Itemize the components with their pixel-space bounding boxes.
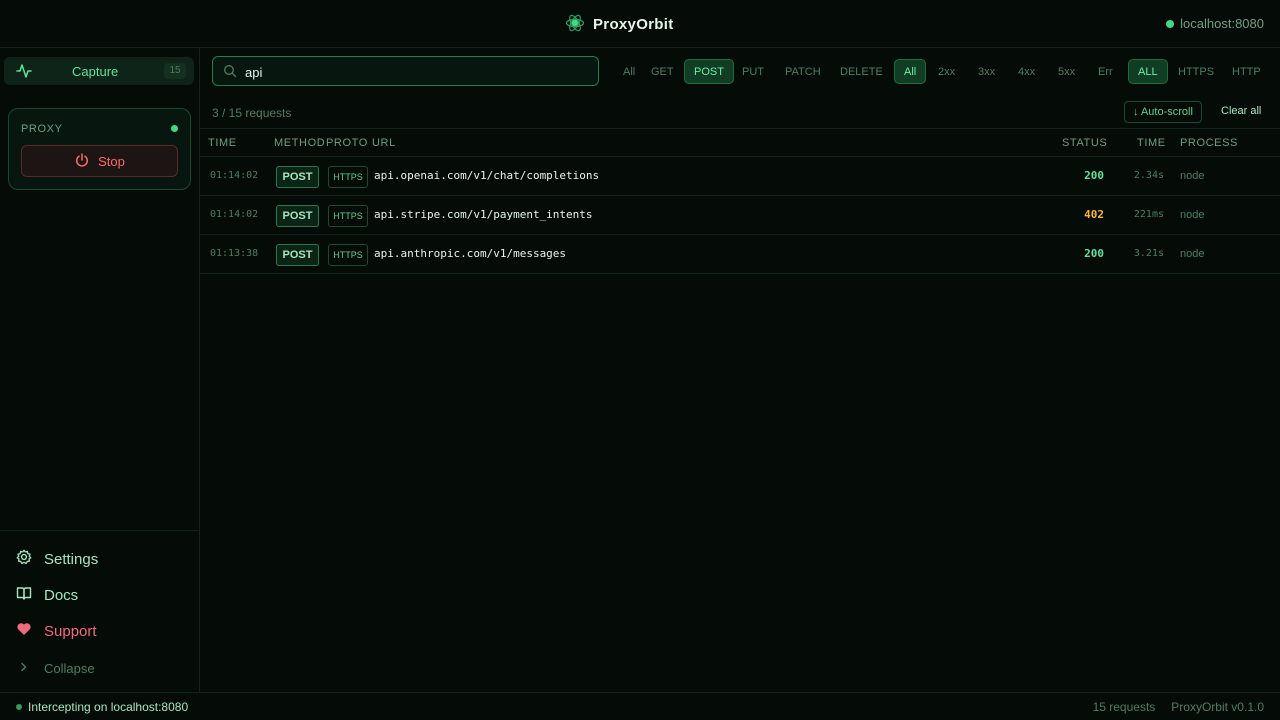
statusbar-right: 15 requests ProxyOrbit v0.1.0 <box>1093 700 1264 714</box>
request-url: api.openai.com/v1/chat/completions <box>374 169 600 182</box>
heart-icon <box>16 621 32 641</box>
collapse-label: Collapse <box>44 661 95 676</box>
support-label: Support <box>44 622 97 640</box>
request-duration: 221ms <box>1133 209 1164 220</box>
protocol-badge: HTTPS <box>328 244 368 266</box>
status-filter-5xx[interactable]: 5xx <box>1048 59 1085 84</box>
method-filter-patch[interactable]: PATCH <box>775 59 831 84</box>
sidebar-item-support[interactable]: Support <box>16 621 97 641</box>
sidebar-item-capture[interactable]: Capture 15 <box>4 57 194 85</box>
proxy-card-title: PROXY <box>21 123 63 135</box>
process-name: node <box>1180 248 1205 260</box>
sidebar-footer: Settings Docs Support Collapse <box>0 530 199 676</box>
chevron-right-icon <box>16 659 32 678</box>
host-indicator: localhost:8080 <box>1166 16 1264 31</box>
row-time: 01:14:02 <box>210 170 259 181</box>
header-time: TIME <box>208 137 237 149</box>
clear-all-button[interactable]: Clear all <box>1221 105 1261 117</box>
collapse-sidebar-button[interactable]: Collapse <box>16 659 95 678</box>
gear-icon <box>16 549 32 569</box>
method-badge: POST <box>276 205 319 227</box>
request-duration: 2.34s <box>1133 170 1164 181</box>
status-code: 402 <box>1084 208 1104 221</box>
header-process: PROCESS <box>1180 137 1238 149</box>
autoscroll-toggle[interactable]: ↓ Auto-scroll <box>1124 101 1202 123</box>
status-filter-3xx[interactable]: 3xx <box>968 59 1005 84</box>
status-filter-4xx[interactable]: 4xx <box>1008 59 1045 84</box>
request-url: api.anthropic.com/v1/messages <box>374 247 567 260</box>
status-filter-2xx[interactable]: 2xx <box>928 59 965 84</box>
method-badge: POST <box>276 166 319 188</box>
stop-proxy-button[interactable]: Stop <box>21 145 178 177</box>
proxy-status-dot <box>171 125 178 132</box>
sidebar: Capture 15 PROXY Stop Settings Docs Supp… <box>0 48 200 692</box>
activity-icon <box>16 63 32 82</box>
capture-count-badge: 15 <box>164 63 186 79</box>
header-status: STATUS <box>1062 137 1108 149</box>
sidebar-item-settings[interactable]: Settings <box>16 549 98 569</box>
status-bar: Intercepting on localhost:8080 15 reques… <box>0 692 1280 720</box>
intercept-status-dot <box>16 704 22 710</box>
table-row[interactable]: 01:13:38 POST HTTPS api.anthropic.com/v1… <box>200 235 1280 274</box>
proxy-card: PROXY Stop <box>8 108 191 190</box>
search-box <box>212 56 599 86</box>
stop-label: Stop <box>98 153 125 169</box>
search-input[interactable] <box>245 63 585 81</box>
process-name: node <box>1180 170 1205 182</box>
settings-label: Settings <box>44 550 99 568</box>
orbit-logo-icon <box>565 13 585 36</box>
sidebar-item-label: Capture <box>72 63 119 79</box>
method-badge: POST <box>276 244 319 266</box>
search-icon <box>223 64 237 81</box>
protocol-filter-all[interactable]: ALL <box>1128 59 1168 84</box>
status-filter-err[interactable]: Err <box>1088 59 1123 84</box>
request-count: 3 / 15 requests <box>212 106 292 120</box>
status-code: 200 <box>1084 247 1104 260</box>
row-time: 01:13:38 <box>210 248 259 259</box>
docs-label: Docs <box>44 586 79 604</box>
process-name: node <box>1180 209 1205 221</box>
title-bar: ProxyOrbit localhost:8080 <box>0 0 1280 48</box>
table-header: TIME METHOD PROTO URL STATUS TIME PROCES… <box>200 129 1280 157</box>
app-version: ProxyOrbit v0.1.0 <box>1171 700 1264 714</box>
connection-status-dot <box>1166 19 1175 28</box>
sidebar-item-docs[interactable]: Docs <box>16 585 78 605</box>
power-icon <box>74 152 90 171</box>
method-filter-post[interactable]: POST <box>684 59 734 84</box>
request-duration: 3.21s <box>1133 248 1164 259</box>
status-code: 200 <box>1084 169 1104 182</box>
protocol-badge: HTTPS <box>328 166 368 188</box>
method-filter-get[interactable]: GET <box>641 59 684 84</box>
main-content: All GET POST PUT PATCH DELETE All 2xx 3x… <box>200 48 1280 692</box>
table-row[interactable]: 01:14:02 POST HTTPS api.openai.com/v1/ch… <box>200 157 1280 196</box>
row-time: 01:14:02 <box>210 209 259 220</box>
book-icon <box>16 585 32 605</box>
intercept-status-label: Intercepting on localhost:8080 <box>28 700 189 714</box>
table-row[interactable]: 01:14:02 POST HTTPS api.stripe.com/v1/pa… <box>200 196 1280 235</box>
protocol-filter-http[interactable]: HTTP <box>1222 59 1271 84</box>
status-filter-all[interactable]: All <box>894 59 927 84</box>
intercept-status: Intercepting on localhost:8080 <box>16 700 188 714</box>
protocol-filter-https[interactable]: HTTPS <box>1168 59 1224 84</box>
total-requests: 15 requests <box>1092 700 1156 714</box>
brand: ProxyOrbit <box>565 14 674 34</box>
method-filter-delete[interactable]: DELETE <box>830 59 893 84</box>
protocol-badge: HTTPS <box>328 205 368 227</box>
host-label: localhost:8080 <box>1180 16 1264 31</box>
header-method: METHOD <box>274 137 326 149</box>
header-duration: TIME <box>1137 137 1166 149</box>
app-name: ProxyOrbit <box>593 15 674 33</box>
method-filter-put[interactable]: PUT <box>732 59 774 84</box>
results-toolbar: 3 / 15 requests ↓ Auto-scroll Clear all <box>200 98 1280 129</box>
header-proto: PROTO <box>326 137 368 149</box>
request-url: api.stripe.com/v1/payment_intents <box>374 208 593 221</box>
header-url: URL <box>372 137 396 149</box>
